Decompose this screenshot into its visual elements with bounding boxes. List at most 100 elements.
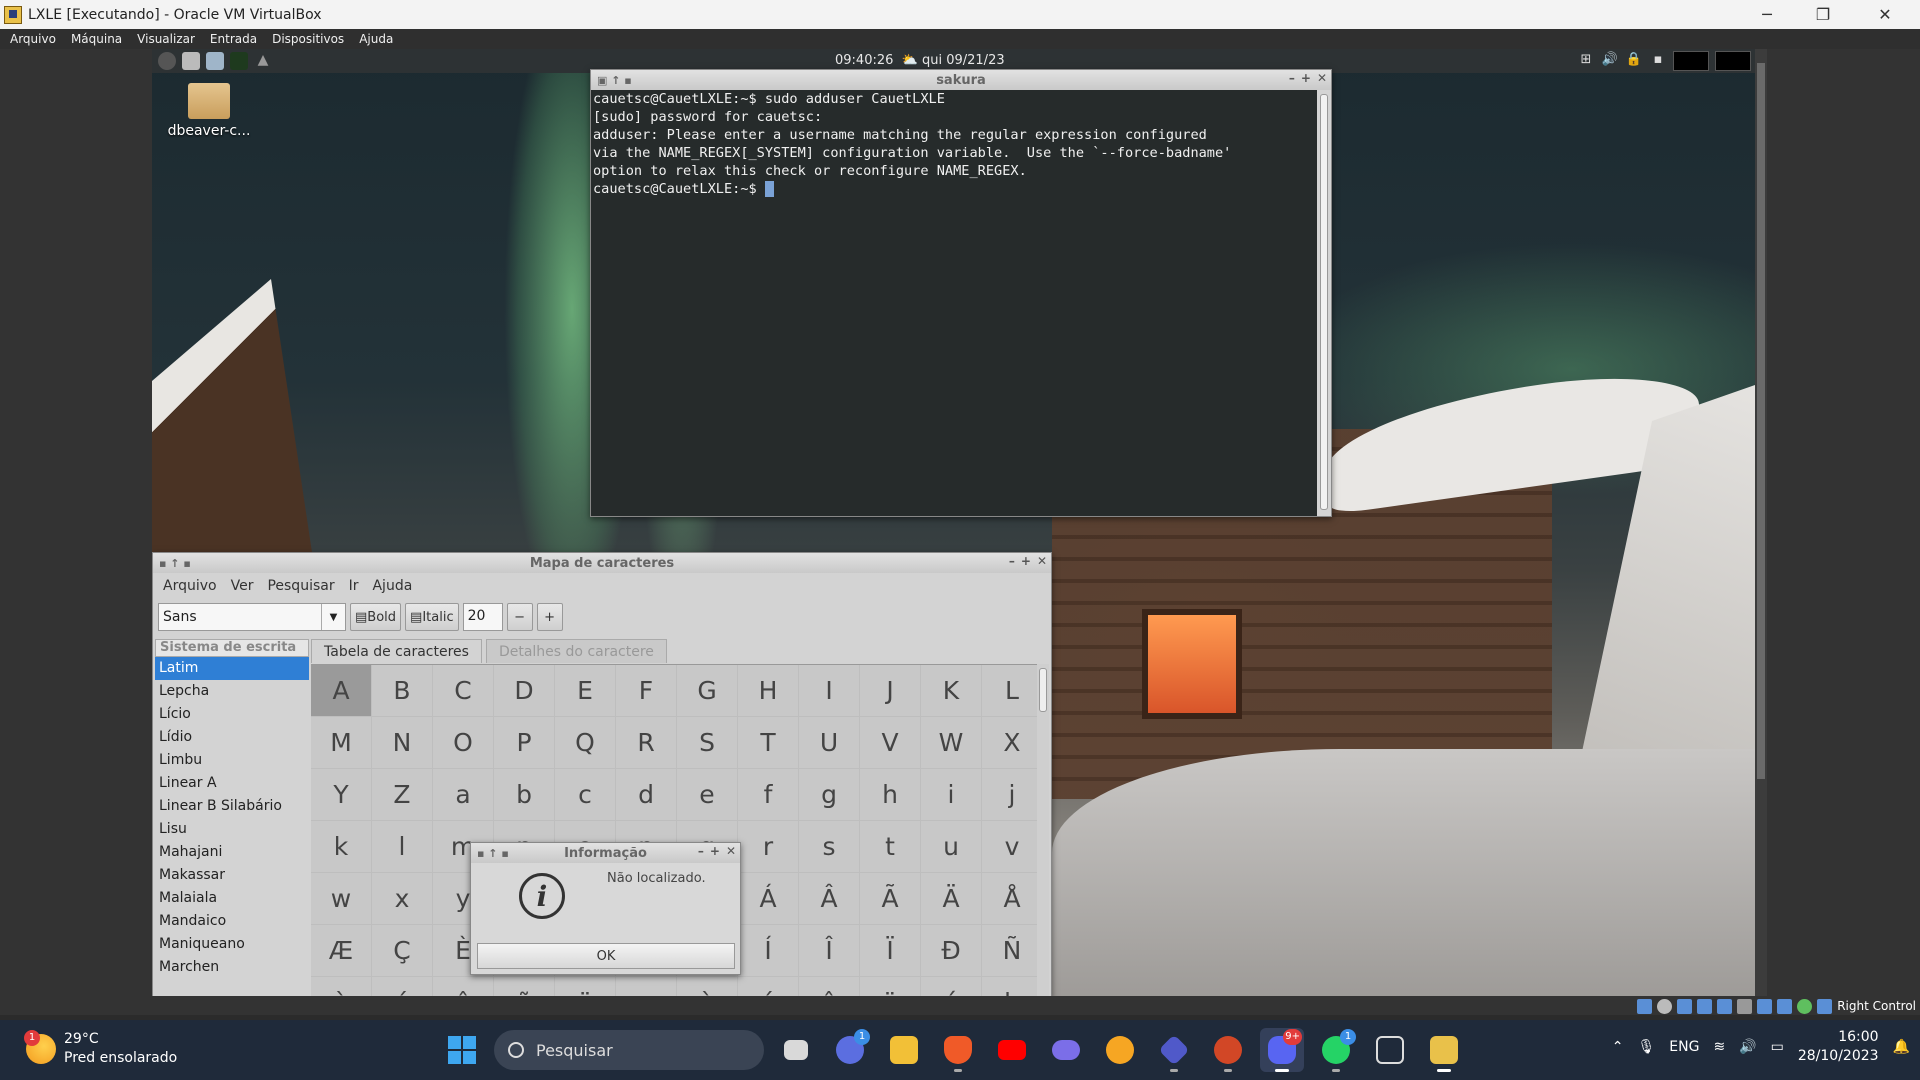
char-cell[interactable]: W	[921, 717, 981, 768]
lock-icon[interactable]: 🔒	[1625, 52, 1643, 70]
char-cell[interactable]: Â	[799, 873, 859, 924]
char-cell[interactable]: O	[433, 717, 493, 768]
char-cell[interactable]: Ï	[860, 925, 920, 976]
char-cell[interactable]: Î	[799, 925, 859, 976]
charmap-titlebar[interactable]: ▪ ↑ ▪ Mapa de caracteres – + ✕	[153, 553, 1051, 573]
char-cell[interactable]: d	[616, 769, 676, 820]
charmap-close[interactable]: ✕	[1037, 554, 1047, 568]
brave-vpn-icon[interactable]	[1098, 1028, 1142, 1072]
guest-desktop[interactable]: ▲ 09:40:26 ⛅ qui 09/21/23 ⊞ 🔊 🔒 ▪ dbeave…	[152, 49, 1755, 996]
chat-icon[interactable]: 1	[828, 1028, 872, 1072]
grid-scrollbar[interactable]	[1037, 664, 1049, 996]
network-status-icon[interactable]	[1697, 998, 1713, 1014]
char-cell[interactable]: I	[799, 665, 859, 716]
battery-icon[interactable]: ▪	[1649, 52, 1667, 70]
char-cell[interactable]: Ð	[921, 925, 981, 976]
script-item[interactable]: Mandaico	[155, 910, 309, 933]
window-menu-icon[interactable]: ▪ ↑ ▪	[477, 847, 509, 860]
char-cell[interactable]: Ä	[921, 873, 981, 924]
menu-entrada[interactable]: Entrada	[205, 32, 262, 46]
language-indicator[interactable]: ENG	[1669, 1039, 1699, 1055]
chevron-up-icon[interactable]: ⌃	[1612, 1039, 1624, 1055]
italic-toggle[interactable]: ▤ Italic	[405, 603, 459, 631]
char-cell[interactable]: Ç	[372, 925, 432, 976]
script-item[interactable]: Lício	[155, 703, 309, 726]
char-cell[interactable]: E	[555, 665, 615, 716]
char-cell[interactable]: N	[372, 717, 432, 768]
char-cell[interactable]: Y	[311, 769, 371, 820]
char-cell[interactable]: b	[494, 769, 554, 820]
file-explorer-icon[interactable]	[882, 1028, 926, 1072]
char-cell[interactable]: Z	[372, 769, 432, 820]
char-cell[interactable]: K	[921, 665, 981, 716]
file-manager-icon[interactable]	[182, 52, 200, 70]
char-cell[interactable]: k	[311, 821, 371, 872]
char-cell[interactable]: G	[677, 665, 737, 716]
script-item[interactable]: Mahajani	[155, 841, 309, 864]
font-select[interactable]: Sans ▼	[158, 603, 346, 631]
char-cell[interactable]: ý	[921, 977, 981, 996]
char-cell[interactable]: X	[982, 717, 1041, 768]
char-cell[interactable]: Á	[738, 873, 798, 924]
char-cell[interactable]: P	[494, 717, 554, 768]
volume-icon[interactable]: 🔊	[1601, 52, 1619, 70]
notification-icon[interactable]: 🔔	[1893, 1039, 1910, 1055]
terminal-window[interactable]: ▣ ↑ ▪ sakura – + ✕ cauetsc@CauetLXLE:~$ su…	[590, 69, 1332, 517]
dialog-close[interactable]: ✕	[726, 844, 736, 858]
char-cell[interactable]: þ	[982, 977, 1041, 996]
char-cell[interactable]: T	[738, 717, 798, 768]
display-status-icon[interactable]	[1757, 998, 1773, 1014]
cube-app-icon[interactable]	[1368, 1028, 1412, 1072]
usb-icon[interactable]	[1717, 998, 1733, 1014]
char-cell[interactable]: F	[616, 665, 676, 716]
menu-maquina[interactable]: Máquina	[66, 32, 127, 46]
char-cell[interactable]: w	[311, 873, 371, 924]
terminal-launcher-icon[interactable]	[230, 52, 248, 70]
script-item[interactable]: Lepcha	[155, 680, 309, 703]
size-increase-button[interactable]: +	[536, 603, 563, 631]
char-cell[interactable]: Ñ	[982, 925, 1041, 976]
dialog-maximize[interactable]: +	[710, 844, 720, 858]
desktop-icon-dbeaver[interactable]: dbeaver-c...	[164, 83, 254, 139]
audio-icon[interactable]	[1677, 998, 1693, 1014]
charmap-menu-ajuda[interactable]: Ajuda	[372, 578, 412, 594]
bold-toggle[interactable]: ▤ Bold	[350, 603, 402, 631]
char-cell[interactable]: ø	[616, 977, 676, 996]
terminal-maximize[interactable]: +	[1301, 71, 1311, 85]
menu-arquivo[interactable]: Arquivo	[5, 32, 61, 46]
script-item[interactable]: Maniqueano	[155, 933, 309, 956]
ok-button[interactable]: OK	[477, 943, 735, 969]
char-cell[interactable]: U	[799, 717, 859, 768]
info-dialog[interactable]: ▪ ↑ ▪ Informação – + ✕ i Não localizado. O…	[470, 842, 741, 975]
wifi-icon[interactable]: ≋	[1713, 1039, 1725, 1055]
char-cell[interactable]: Q	[555, 717, 615, 768]
vm-scroll-thumb[interactable]	[1757, 63, 1765, 779]
up-arrow-icon[interactable]: ▲	[254, 52, 272, 70]
char-cell[interactable]: L	[982, 665, 1041, 716]
char-cell[interactable]: ù	[677, 977, 737, 996]
char-cell[interactable]: l	[372, 821, 432, 872]
mouse-integration-icon[interactable]	[1817, 998, 1833, 1014]
font-size-input[interactable]: 20	[462, 603, 503, 631]
menu-visualizar[interactable]: Visualizar	[132, 32, 200, 46]
task-view-icon[interactable]	[774, 1028, 818, 1072]
taskbar-clock[interactable]: 16:00 28/10/2023	[1798, 1028, 1879, 1066]
char-cell[interactable]: R	[616, 717, 676, 768]
storage-icon[interactable]	[1637, 998, 1653, 1014]
network-icon[interactable]: ⊞	[1577, 52, 1595, 70]
script-list-header[interactable]: Sistema de escrita	[155, 639, 309, 657]
char-cell[interactable]: ô	[433, 977, 493, 996]
grid-scroll-thumb[interactable]	[1039, 668, 1047, 712]
terminal-titlebar[interactable]: ▣ ↑ ▪ sakura – + ✕	[591, 70, 1331, 90]
charmap-menu-ver[interactable]: Ver	[231, 578, 254, 594]
script-item[interactable]: Linear A	[155, 772, 309, 795]
restore-button[interactable]: ❐	[1800, 0, 1846, 29]
char-cell[interactable]: Å	[982, 873, 1041, 924]
weather-widget[interactable]: 1 29°C Pred ensolarado	[24, 1030, 177, 1068]
guest-additions-icon[interactable]	[1797, 998, 1813, 1014]
terminal-scroll-thumb[interactable]	[1320, 94, 1328, 510]
char-cell[interactable]: ö	[555, 977, 615, 996]
char-cell[interactable]: g	[799, 769, 859, 820]
discord-icon[interactable]: 9+	[1260, 1028, 1304, 1072]
terminal-minimize[interactable]: –	[1289, 71, 1295, 85]
